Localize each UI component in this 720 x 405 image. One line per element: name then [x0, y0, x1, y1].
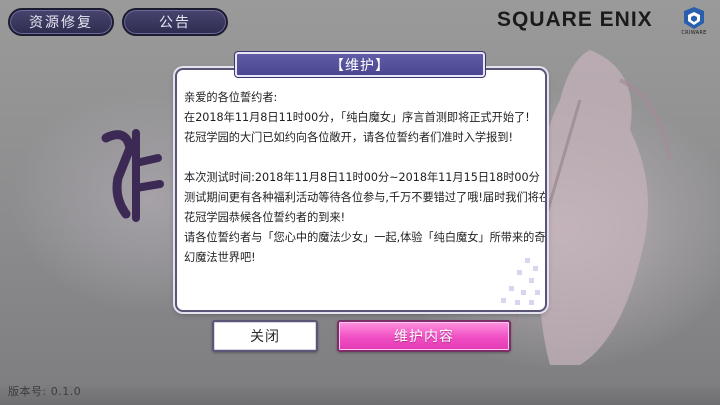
message-line: 测试期间更有各种福利活动等待各位参与,千万不要错过了哦!届时我们将在	[184, 191, 547, 204]
square-enix-logo: SQUARE ENIX	[497, 8, 653, 31]
legal-text	[200, 392, 690, 399]
message-line: 花冠学园恭候各位誓约者的到来!	[184, 211, 346, 224]
maintenance-dialog: 亲爱的各位誓约者: 在2018年11月8日11时00分，「纯白魔女」序言首测即将…	[175, 68, 547, 312]
criware-label: CRIWARE	[681, 30, 707, 36]
dialog-message: 亲爱的各位誓约者: 在2018年11月8日11时00分，「纯白魔女」序言首测即将…	[184, 88, 547, 268]
message-line: 幻魔法世界吧!	[184, 251, 256, 264]
message-line: 花冠学园的大门已如约向各位敞开，请各位誓约者们准时入学报到!	[184, 131, 513, 144]
message-line: 亲爱的各位誓约者:	[184, 91, 278, 104]
message-line: 本次测试时间:2018年11月8日11时00分~2018年11月15日18时00…	[184, 171, 540, 184]
resource-repair-button[interactable]: 资源修复	[8, 8, 114, 36]
close-button[interactable]: 关闭	[212, 320, 318, 352]
notice-button[interactable]: 公告	[122, 8, 228, 36]
game-logo-glyph	[101, 129, 164, 222]
dialog-title: 【维护】	[234, 51, 486, 78]
message-line: 在2018年11月8日11时00分，「纯白魔女」序言首测即将正式开始了!	[184, 111, 530, 124]
message-line: 请各位誓约者与「您心中的魔法少女」一起,体验「纯白魔女」所带来的奇	[184, 231, 546, 244]
maintenance-content-button[interactable]: 维护内容	[337, 320, 511, 352]
version-label: 版本号: 0.1.0	[8, 385, 82, 398]
